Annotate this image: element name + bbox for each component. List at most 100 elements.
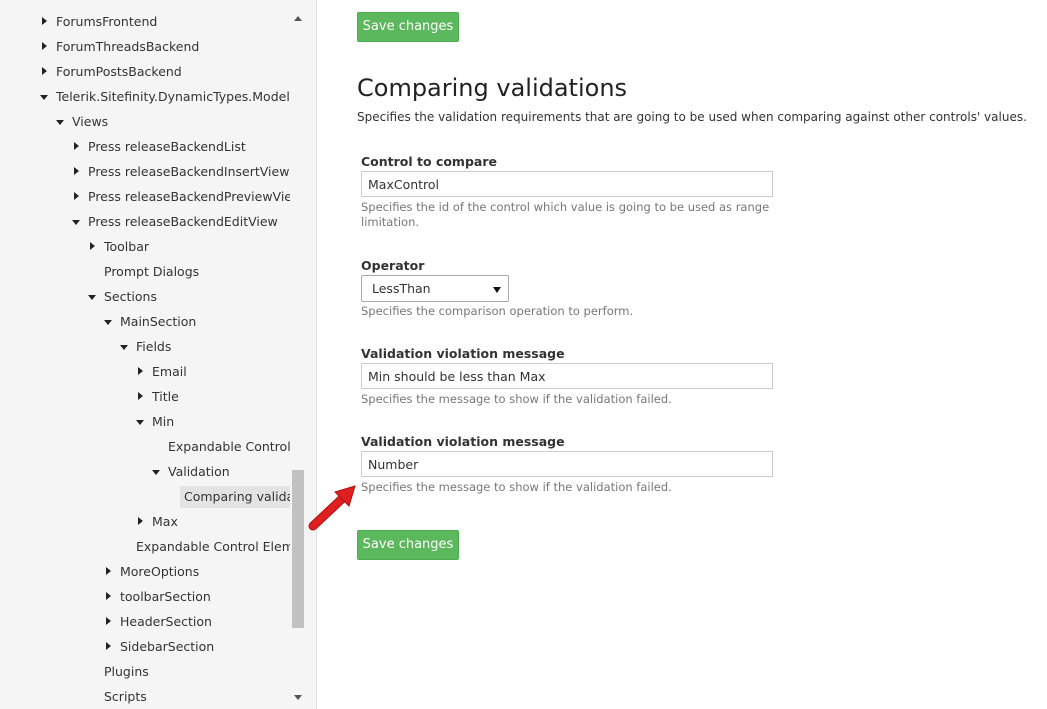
tree-item[interactable]: Fields xyxy=(120,336,290,358)
tree-item-label: Sections xyxy=(104,289,157,304)
tree-item[interactable]: toolbarSection xyxy=(104,586,290,608)
tree-item[interactable]: Press releaseBackendList xyxy=(72,136,290,158)
collapsed-arrow-icon[interactable] xyxy=(40,36,50,58)
tree-item-label: Expandable Control E xyxy=(168,439,290,454)
operator-selected-value: LessThan xyxy=(372,281,431,296)
scroll-thumb[interactable] xyxy=(292,470,304,628)
violation-message-help: Specifies the message to show if the val… xyxy=(361,392,672,406)
tree-item-label: Plugins xyxy=(104,664,149,679)
tree-item-label: ForumThreadsBackend xyxy=(56,39,200,54)
tree-item-label: Scripts xyxy=(104,689,147,704)
tree-item[interactable]: Scripts xyxy=(88,686,290,708)
tree-item[interactable]: Prompt Dialogs xyxy=(88,261,290,283)
collapsed-arrow-icon[interactable] xyxy=(104,561,114,583)
tree-item[interactable]: ForumPostsBackend xyxy=(40,61,290,83)
tree-item-label: SidebarSection xyxy=(120,639,215,654)
tree-item-label: Press releaseBackendInsertView xyxy=(88,164,290,179)
tree-item-label: MainSection xyxy=(120,314,197,329)
scroll-up-arrow-icon[interactable] xyxy=(294,16,302,21)
tree-item[interactable]: Telerik.Sitefinity.DynamicTypes.Model.Pr… xyxy=(40,86,290,108)
operator-help: Specifies the comparison operation to pe… xyxy=(361,304,634,318)
tree-item-label: Prompt Dialogs xyxy=(104,264,200,279)
expanded-arrow-icon[interactable] xyxy=(88,286,98,308)
tree-item[interactable]: Press releaseBackendPreviewView xyxy=(72,186,290,208)
page-description: Specifies the validation requirements th… xyxy=(357,110,1027,124)
tree-item-label: Comparing validat xyxy=(180,486,290,508)
scroll-down-arrow-icon[interactable] xyxy=(294,695,302,700)
expanded-arrow-icon[interactable] xyxy=(136,411,146,433)
sidebar-scrollbar[interactable] xyxy=(292,12,305,709)
operator-select[interactable]: LessThan xyxy=(361,275,509,302)
tree-item-label: Press releaseBackendList xyxy=(88,139,246,154)
tree-item[interactable]: Sections xyxy=(88,286,290,308)
collapsed-arrow-icon[interactable] xyxy=(104,586,114,608)
tree-item-label: MoreOptions xyxy=(120,564,200,579)
violation-message-label: Validation violation message xyxy=(361,346,565,361)
collapsed-arrow-icon[interactable] xyxy=(104,611,114,633)
operator-label: Operator xyxy=(361,258,425,273)
collapsed-arrow-icon[interactable] xyxy=(136,386,146,408)
tree-item[interactable]: MainSection xyxy=(104,311,290,333)
tree-item-label: Views xyxy=(72,114,109,129)
dropdown-caret-icon xyxy=(493,287,501,293)
expanded-arrow-icon[interactable] xyxy=(56,111,66,133)
control-to-compare-input[interactable]: MaxControl xyxy=(361,171,773,197)
tree-item[interactable]: Views xyxy=(56,111,290,133)
violation-message-help-2: Specifies the message to show if the val… xyxy=(361,480,672,494)
tree-item[interactable]: Expandable Control Elemer xyxy=(120,536,290,558)
collapsed-arrow-icon[interactable] xyxy=(104,636,114,658)
violation-message-input-2[interactable]: Number xyxy=(361,451,773,477)
tree-item-label: Email xyxy=(152,364,187,379)
tree-item[interactable]: MoreOptions xyxy=(104,561,290,583)
tree-item-label: toolbarSection xyxy=(120,589,211,604)
collapsed-arrow-icon[interactable] xyxy=(72,161,82,183)
tree-item[interactable]: Validation xyxy=(152,461,290,483)
collapsed-arrow-icon[interactable] xyxy=(72,136,82,158)
tree-item[interactable]: Min xyxy=(136,411,290,433)
tree-item-label: HeaderSection xyxy=(120,614,212,629)
tree-item[interactable]: Max xyxy=(136,511,290,533)
sidebar-tree: ForumsFrontend ForumThreadsBackend ForumPo… xyxy=(0,0,317,709)
tree-item-label: Press releaseBackendEditView xyxy=(88,214,278,229)
collapsed-arrow-icon[interactable] xyxy=(136,361,146,383)
expanded-arrow-icon[interactable] xyxy=(104,311,114,333)
violation-message-label-2: Validation violation message xyxy=(361,434,565,449)
save-changes-button-bottom[interactable]: Save changes xyxy=(357,530,459,560)
expanded-arrow-icon[interactable] xyxy=(120,336,130,358)
tree-item-label: ForumsFrontend xyxy=(56,14,158,29)
control-to-compare-help: Specifies the id of the control which va… xyxy=(361,200,770,229)
tree-item-label: Max xyxy=(152,514,178,529)
tree-item[interactable]: Expandable Control E xyxy=(152,436,290,458)
violation-message-input[interactable]: Min should be less than Max xyxy=(361,363,773,389)
collapsed-arrow-icon[interactable] xyxy=(88,236,98,258)
tree-item-label: Telerik.Sitefinity.DynamicTypes.Model.Pr… xyxy=(56,89,290,104)
collapsed-arrow-icon[interactable] xyxy=(40,61,50,83)
tree-item[interactable]: Toolbar xyxy=(88,236,290,258)
expanded-arrow-icon[interactable] xyxy=(40,86,50,108)
tree-item[interactable]: ForumsFrontend xyxy=(40,11,290,33)
tree-item[interactable]: Comparing validat xyxy=(168,486,290,508)
expanded-arrow-icon[interactable] xyxy=(152,461,162,483)
expanded-arrow-icon[interactable] xyxy=(72,211,82,233)
collapsed-arrow-icon[interactable] xyxy=(72,186,82,208)
tree-item[interactable]: HeaderSection xyxy=(104,611,290,633)
tree-item[interactable]: Press releaseBackendEditView xyxy=(72,211,290,233)
annotation-arrow-icon xyxy=(308,485,356,531)
tree-item-label: Fields xyxy=(136,339,172,354)
tree-item[interactable]: Title xyxy=(136,386,290,408)
tree-item[interactable]: Plugins xyxy=(88,661,290,683)
tree-item[interactable]: Press releaseBackendInsertView xyxy=(72,161,290,183)
control-to-compare-label: Control to compare xyxy=(361,154,497,169)
collapsed-arrow-icon[interactable] xyxy=(40,11,50,33)
save-changes-button-top[interactable]: Save changes xyxy=(357,12,459,42)
tree-item-label: Title xyxy=(152,389,179,404)
tree-item-label: Validation xyxy=(168,464,230,479)
tree-item[interactable]: Email xyxy=(136,361,290,383)
tree-item-label: Min xyxy=(152,414,175,429)
page-title: Comparing validations xyxy=(357,74,628,102)
collapsed-arrow-icon[interactable] xyxy=(136,511,146,533)
tree-item-label: Toolbar xyxy=(104,239,150,254)
tree-item[interactable]: ForumThreadsBackend xyxy=(40,36,290,58)
tree-item[interactable]: SidebarSection xyxy=(104,636,290,658)
tree-item-label: Press releaseBackendPreviewView xyxy=(88,189,290,204)
